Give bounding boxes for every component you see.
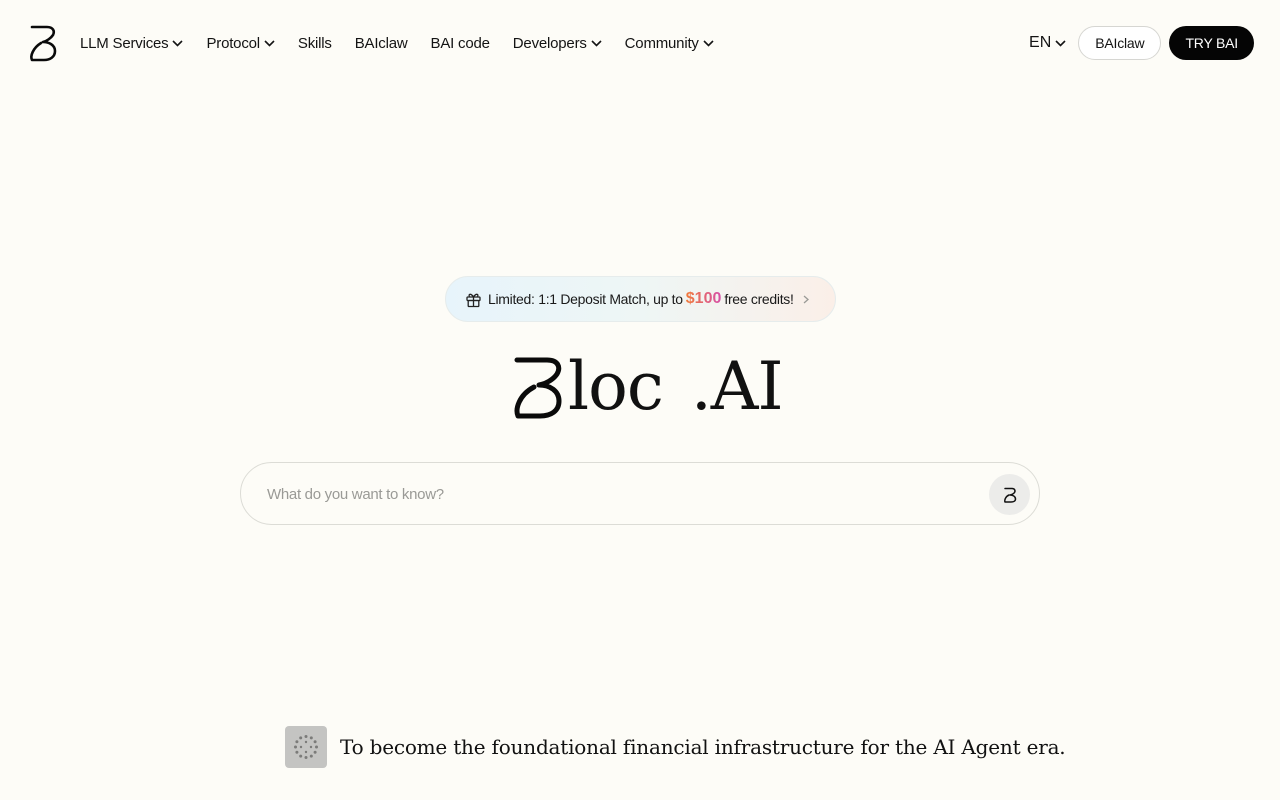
promo-text: Limited: 1:1 Deposit Match, up to: [488, 291, 683, 307]
bloc-b-logo-icon: [514, 357, 562, 419]
chevron-down-icon: [172, 39, 184, 47]
language-selector[interactable]: EN: [1029, 34, 1066, 52]
chevron-down-icon: [703, 39, 714, 47]
nav-community-label: Community: [624, 34, 699, 52]
promo-amount: $100: [685, 290, 722, 307]
top-nav: LLM Services Protocol Skills BAIclaw BAI…: [0, 0, 1280, 86]
promo-banner[interactable]: Limited: 1:1 Deposit Match, up to $100 f…: [445, 276, 836, 322]
spinner-dots-icon: [285, 726, 327, 768]
chevron-down-icon: [1055, 39, 1066, 47]
nav-llm-services[interactable]: LLM Services: [80, 30, 184, 56]
gift-icon: [466, 293, 481, 307]
search-input[interactable]: [267, 479, 967, 509]
hero-word-loc: loc: [568, 348, 664, 425]
hero-word-ai: .AI: [690, 348, 784, 425]
nav-community[interactable]: Community: [625, 30, 714, 56]
main-menu: LLM Services Protocol Skills BAIclaw BAI…: [80, 30, 714, 56]
nav-llm-services-label: LLM Services: [80, 34, 169, 52]
chevron-down-icon: [591, 39, 602, 47]
nav-skills-label: Skills: [297, 34, 332, 52]
nav-bai-code[interactable]: BAI code: [431, 30, 490, 56]
chevron-down-icon: [264, 39, 275, 47]
nav-developers-label: Developers: [512, 34, 587, 52]
tagline: To become the foundational financial inf…: [285, 726, 1066, 768]
hero-wordmark: loc .AI: [512, 348, 784, 425]
chevron-right-icon: [803, 295, 809, 303]
baiclaw-button[interactable]: BAIclaw: [1078, 26, 1162, 60]
nav-developers[interactable]: Developers: [513, 30, 602, 56]
try-bai-button[interactable]: TRY BAI: [1169, 26, 1254, 60]
nav-protocol-label: Protocol: [206, 34, 260, 52]
nav-bai-code-label: BAI code: [430, 34, 490, 52]
bloc-b-logo-icon[interactable]: [28, 24, 58, 62]
promo-text-suffix: free credits!: [724, 291, 794, 307]
language-label: EN: [1029, 34, 1052, 51]
send-button[interactable]: [989, 474, 1030, 515]
search-box: [240, 462, 1040, 525]
nav-skills[interactable]: Skills: [298, 30, 332, 56]
tagline-text: To become the foundational financial inf…: [340, 735, 1066, 759]
nav-actions: EN BAIclaw TRY BAI: [1029, 26, 1254, 60]
bloc-b-send-icon: [1003, 487, 1016, 503]
nav-protocol[interactable]: Protocol: [206, 30, 275, 56]
homepage: LLM Services Protocol Skills BAIclaw BAI…: [0, 0, 1280, 800]
nav-baiclaw-label: BAIclaw: [354, 34, 408, 52]
nav-baiclaw[interactable]: BAIclaw: [355, 30, 408, 56]
